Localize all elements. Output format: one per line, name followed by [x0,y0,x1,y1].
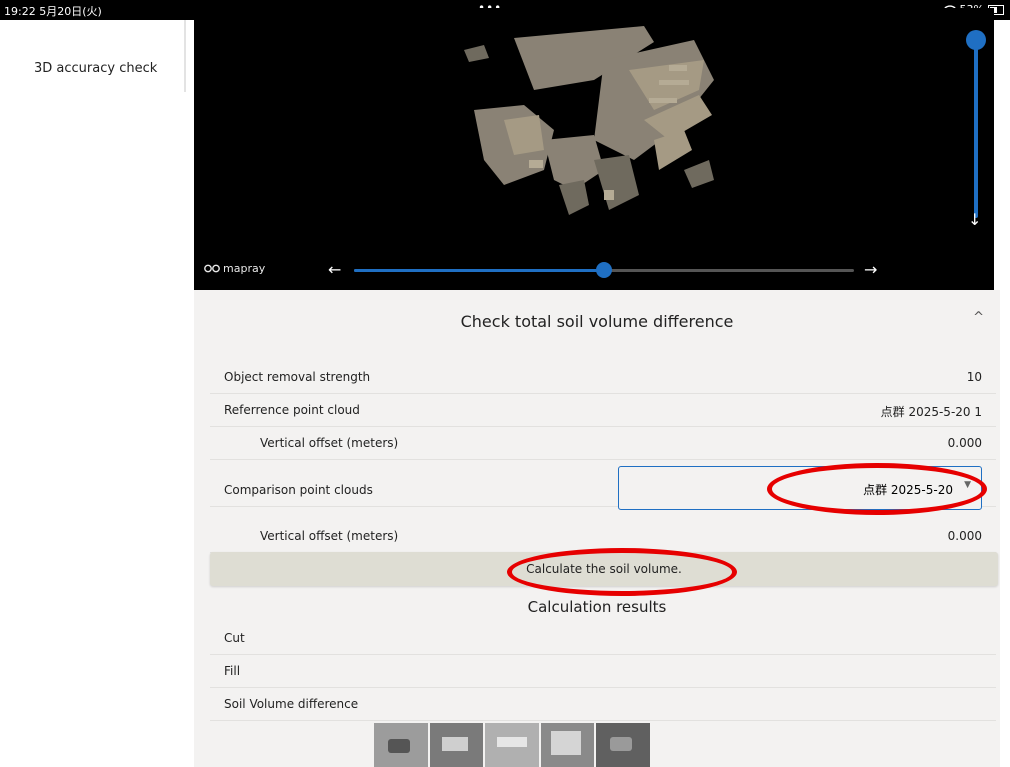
row-label: Referrence point cloud [224,403,360,417]
arrow-right-icon[interactable]: → [864,262,877,278]
thumbnail[interactable] [429,723,484,767]
row-label: Object removal strength [224,370,371,384]
sidebar: 3D accuracy check [0,20,186,767]
horizontal-slider-thumb[interactable] [596,262,612,278]
arrow-down-icon[interactable]: ↓ [968,212,981,228]
row-reference-point-cloud[interactable]: Referrence point cloud 点群 2025-5-20 1 [210,393,996,427]
annotation-ellipse-button [507,548,737,596]
row-object-removal-strength[interactable]: Object removal strength 10 [210,360,996,394]
soil-volume-panel: Check total soil volume difference ^ Obj… [194,290,1000,767]
row-value[interactable]: 点群 2025-5-20 1 [881,403,982,420]
mapray-logo-icon [204,264,220,273]
arrow-left-icon[interactable]: ← [328,262,341,278]
result-label: Fill [224,664,241,678]
mapray-logo-text: mapray [223,262,266,275]
chevron-up-icon[interactable]: ^ [973,310,984,325]
vertical-slider-thumb[interactable] [966,30,986,50]
row-value[interactable]: 10 [967,370,982,384]
result-label: Cut [224,631,245,645]
point-cloud-render [464,26,714,215]
point-cloud-viewer[interactable]: mapray ← → ↓ [194,8,994,290]
annotation-ellipse-select [767,463,987,515]
result-row-cut: Cut [210,621,996,655]
horizontal-slider-fill [354,269,604,272]
horizontal-slider[interactable]: ← → [324,260,884,280]
vertical-slider[interactable] [964,28,988,238]
sidebar-divider [184,20,186,92]
thumbnail[interactable] [540,723,595,767]
row-value[interactable]: 0.000 [948,529,982,543]
status-time: 19:22 5月20日(火) [4,5,102,18]
thumbnail[interactable] [596,723,650,767]
row-value[interactable]: 0.000 [948,436,982,450]
row-label: Vertical offset (meters) [260,529,399,543]
thumbnail[interactable] [485,723,539,767]
thumbnail[interactable] [374,723,428,767]
vertical-slider-track[interactable] [974,38,978,218]
result-row-soil-volume-difference: Soil Volume difference [210,687,996,721]
mapray-logo: mapray [204,262,265,275]
row-label: Vertical offset (meters) [260,436,399,450]
row-vertical-offset-reference[interactable]: Vertical offset (meters) 0.000 [210,426,996,460]
panel-title[interactable]: Check total soil volume difference [194,312,1000,331]
thumbnail-strip [374,723,650,767]
row-label: Comparison point clouds [224,483,373,497]
result-row-fill: Fill [210,654,996,688]
results-title: Calculation results [527,598,667,616]
sidebar-item-3d-accuracy-check[interactable]: 3D accuracy check [34,61,157,76]
result-label: Soil Volume difference [224,697,359,711]
